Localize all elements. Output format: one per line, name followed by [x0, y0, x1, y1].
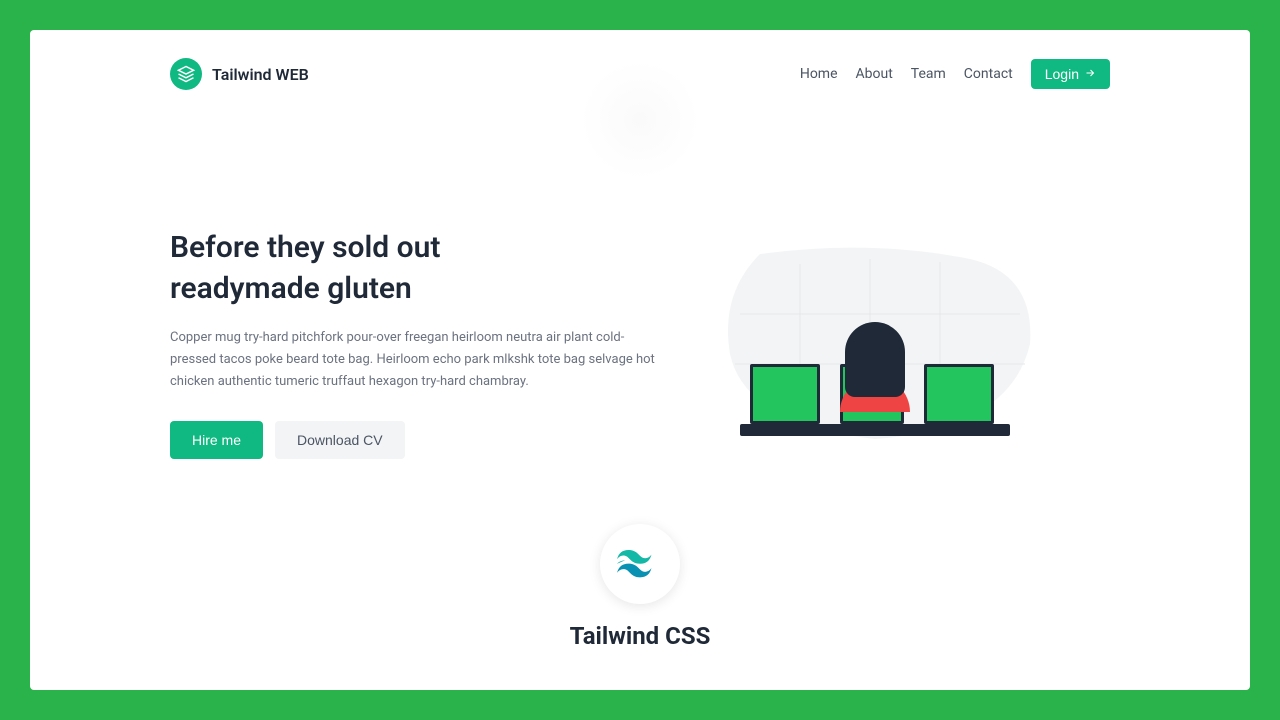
arrow-right-icon: [1084, 66, 1096, 82]
desk-icon: [740, 424, 1010, 436]
developer-illustration: [710, 244, 1040, 444]
hero-title-line1: Before they sold out: [170, 230, 440, 265]
hero-buttons: Hire me Download CV: [170, 421, 670, 459]
logo-icon: [170, 58, 202, 90]
nav-about[interactable]: About: [856, 66, 893, 82]
monitor-icon: [750, 364, 820, 424]
tailwind-logo-icon: [600, 524, 680, 604]
footer-title: Tailwind CSS: [30, 622, 1250, 650]
download-cv-button[interactable]: Download CV: [275, 421, 405, 459]
monitor-icon: [924, 364, 994, 424]
hero-title-line2: readymade gluten: [170, 271, 412, 306]
footer-section: Tailwind CSS: [30, 524, 1250, 650]
hero-illustration: [710, 244, 1040, 444]
nav-home[interactable]: Home: [800, 66, 838, 82]
person-icon: [840, 322, 910, 412]
brand-name: Tailwind WEB: [212, 65, 309, 84]
hero-description: Copper mug try-hard pitchfork pour-over …: [170, 327, 670, 393]
brand[interactable]: Tailwind WEB: [170, 58, 309, 90]
login-button[interactable]: Login: [1031, 59, 1110, 89]
hero-content: Before they sold out readymade gluten Co…: [170, 228, 670, 459]
login-label: Login: [1045, 66, 1079, 82]
main-nav: Home About Team Contact Login: [800, 59, 1110, 89]
hero-title: Before they sold out readymade gluten: [170, 228, 670, 309]
nav-team[interactable]: Team: [911, 66, 946, 82]
decorative-circle: [580, 60, 700, 180]
page-container: Tailwind WEB Home About Team Contact Log…: [30, 30, 1250, 690]
hire-me-button[interactable]: Hire me: [170, 421, 263, 459]
nav-contact[interactable]: Contact: [964, 66, 1013, 82]
